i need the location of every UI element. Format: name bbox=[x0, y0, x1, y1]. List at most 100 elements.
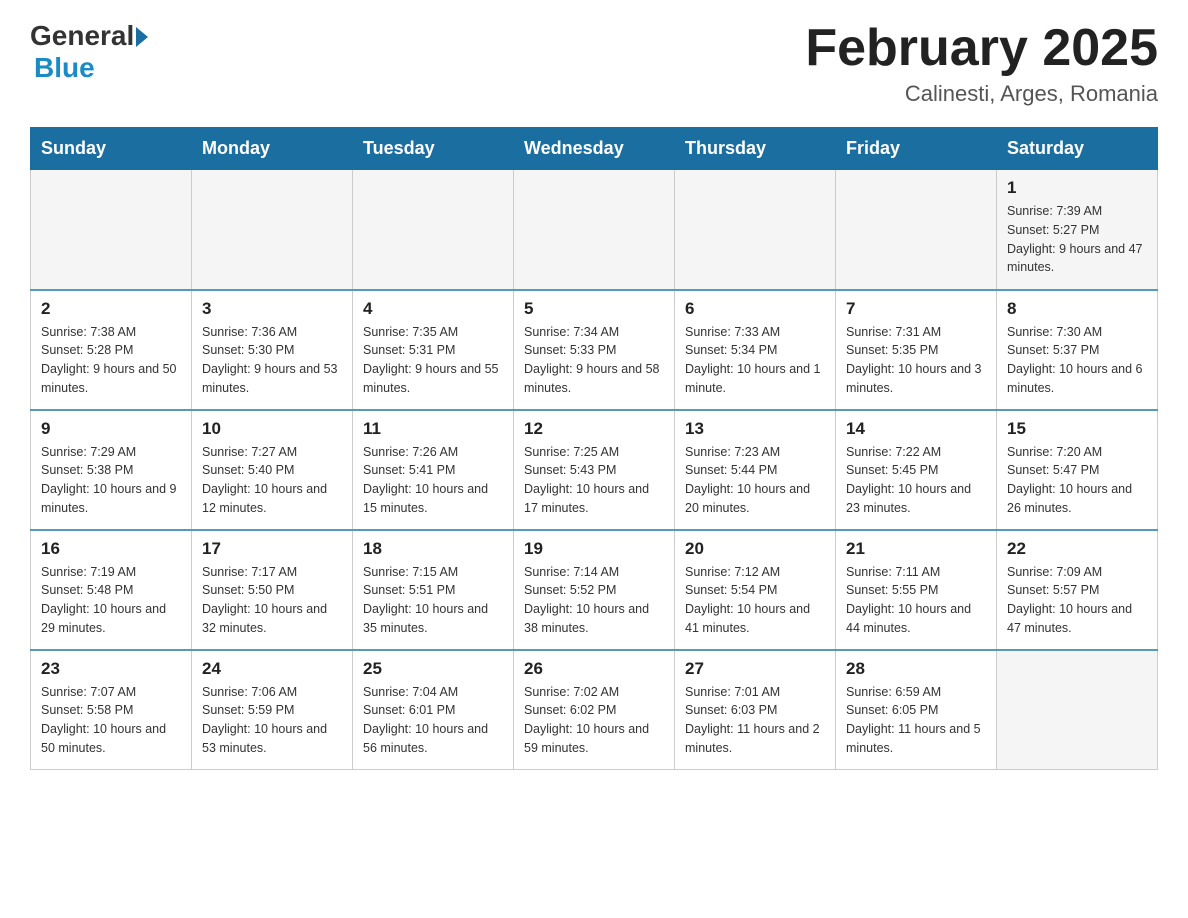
day-number: 7 bbox=[846, 299, 986, 319]
day-header-monday: Monday bbox=[192, 128, 353, 170]
day-info: Sunrise: 7:11 AMSunset: 5:55 PMDaylight:… bbox=[846, 563, 986, 638]
day-number: 15 bbox=[1007, 419, 1147, 439]
day-info: Sunrise: 7:06 AMSunset: 5:59 PMDaylight:… bbox=[202, 683, 342, 758]
calendar-cell bbox=[353, 170, 514, 290]
day-info: Sunrise: 7:34 AMSunset: 5:33 PMDaylight:… bbox=[524, 323, 664, 398]
day-info: Sunrise: 7:12 AMSunset: 5:54 PMDaylight:… bbox=[685, 563, 825, 638]
day-info: Sunrise: 7:23 AMSunset: 5:44 PMDaylight:… bbox=[685, 443, 825, 518]
week-row-4: 16 Sunrise: 7:19 AMSunset: 5:48 PMDayligh… bbox=[31, 530, 1158, 650]
day-info: Sunrise: 7:02 AMSunset: 6:02 PMDaylight:… bbox=[524, 683, 664, 758]
day-number: 12 bbox=[524, 419, 664, 439]
day-header-saturday: Saturday bbox=[997, 128, 1158, 170]
week-row-2: 2 Sunrise: 7:38 AMSunset: 5:28 PMDaylight… bbox=[31, 290, 1158, 410]
day-info: Sunrise: 7:31 AMSunset: 5:35 PMDaylight:… bbox=[846, 323, 986, 398]
calendar-header: SundayMondayTuesdayWednesdayThursdayFrid… bbox=[31, 128, 1158, 170]
day-number: 25 bbox=[363, 659, 503, 679]
week-row-1: 1 Sunrise: 7:39 AMSunset: 5:27 PMDaylight… bbox=[31, 170, 1158, 290]
day-number: 8 bbox=[1007, 299, 1147, 319]
day-info: Sunrise: 7:26 AMSunset: 5:41 PMDaylight:… bbox=[363, 443, 503, 518]
calendar-cell: 26 Sunrise: 7:02 AMSunset: 6:02 PMDayligh… bbox=[514, 650, 675, 770]
day-number: 6 bbox=[685, 299, 825, 319]
week-row-5: 23 Sunrise: 7:07 AMSunset: 5:58 PMDayligh… bbox=[31, 650, 1158, 770]
day-info: Sunrise: 7:07 AMSunset: 5:58 PMDaylight:… bbox=[41, 683, 181, 758]
day-number: 28 bbox=[846, 659, 986, 679]
day-number: 21 bbox=[846, 539, 986, 559]
day-info: Sunrise: 7:01 AMSunset: 6:03 PMDaylight:… bbox=[685, 683, 825, 758]
calendar-table: SundayMondayTuesdayWednesdayThursdayFrid… bbox=[30, 127, 1158, 770]
week-row-3: 9 Sunrise: 7:29 AMSunset: 5:38 PMDaylight… bbox=[31, 410, 1158, 530]
day-number: 11 bbox=[363, 419, 503, 439]
calendar-cell: 9 Sunrise: 7:29 AMSunset: 5:38 PMDaylight… bbox=[31, 410, 192, 530]
day-header-wednesday: Wednesday bbox=[514, 128, 675, 170]
calendar-title: February 2025 bbox=[805, 20, 1158, 77]
day-number: 2 bbox=[41, 299, 181, 319]
day-number: 14 bbox=[846, 419, 986, 439]
calendar-cell: 25 Sunrise: 7:04 AMSunset: 6:01 PMDayligh… bbox=[353, 650, 514, 770]
day-info: Sunrise: 7:25 AMSunset: 5:43 PMDaylight:… bbox=[524, 443, 664, 518]
day-header-thursday: Thursday bbox=[675, 128, 836, 170]
calendar-body: 1 Sunrise: 7:39 AMSunset: 5:27 PMDaylight… bbox=[31, 170, 1158, 770]
day-info: Sunrise: 7:39 AMSunset: 5:27 PMDaylight:… bbox=[1007, 202, 1147, 277]
day-number: 3 bbox=[202, 299, 342, 319]
calendar-cell: 10Sunrise: 7:27 AMSunset: 5:40 PMDayligh… bbox=[192, 410, 353, 530]
day-info: Sunrise: 7:17 AMSunset: 5:50 PMDaylight:… bbox=[202, 563, 342, 638]
calendar-cell: 17 Sunrise: 7:17 AMSunset: 5:50 PMDayligh… bbox=[192, 530, 353, 650]
day-info: Sunrise: 7:36 AMSunset: 5:30 PMDaylight:… bbox=[202, 323, 342, 398]
day-number: 16 bbox=[41, 539, 181, 559]
calendar-cell: 18 Sunrise: 7:15 AMSunset: 5:51 PMDayligh… bbox=[353, 530, 514, 650]
calendar-cell: 19 Sunrise: 7:14 AMSunset: 5:52 PMDayligh… bbox=[514, 530, 675, 650]
calendar-subtitle: Calinesti, Arges, Romania bbox=[805, 81, 1158, 107]
day-number: 17 bbox=[202, 539, 342, 559]
day-info: Sunrise: 7:22 AMSunset: 5:45 PMDaylight:… bbox=[846, 443, 986, 518]
calendar-cell bbox=[31, 170, 192, 290]
calendar-cell: 22Sunrise: 7:09 AMSunset: 5:57 PMDayligh… bbox=[997, 530, 1158, 650]
calendar-cell: 27 Sunrise: 7:01 AMSunset: 6:03 PMDayligh… bbox=[675, 650, 836, 770]
calendar-cell: 7 Sunrise: 7:31 AMSunset: 5:35 PMDaylight… bbox=[836, 290, 997, 410]
calendar-cell bbox=[675, 170, 836, 290]
day-info: Sunrise: 7:20 AMSunset: 5:47 PMDaylight:… bbox=[1007, 443, 1147, 518]
day-info: Sunrise: 7:38 AMSunset: 5:28 PMDaylight:… bbox=[41, 323, 181, 398]
day-number: 9 bbox=[41, 419, 181, 439]
page-header: General Blue February 2025 Calinesti, Ar… bbox=[30, 20, 1158, 107]
calendar-cell: 6 Sunrise: 7:33 AMSunset: 5:34 PMDaylight… bbox=[675, 290, 836, 410]
day-header-tuesday: Tuesday bbox=[353, 128, 514, 170]
title-section: February 2025 Calinesti, Arges, Romania bbox=[805, 20, 1158, 107]
calendar-cell: 20 Sunrise: 7:12 AMSunset: 5:54 PMDayligh… bbox=[675, 530, 836, 650]
day-number: 13 bbox=[685, 419, 825, 439]
day-number: 23 bbox=[41, 659, 181, 679]
calendar-cell: 21 Sunrise: 7:11 AMSunset: 5:55 PMDayligh… bbox=[836, 530, 997, 650]
logo-blue-text: Blue bbox=[34, 52, 95, 84]
days-of-week-row: SundayMondayTuesdayWednesdayThursdayFrid… bbox=[31, 128, 1158, 170]
day-header-friday: Friday bbox=[836, 128, 997, 170]
day-number: 26 bbox=[524, 659, 664, 679]
day-info: Sunrise: 7:19 AMSunset: 5:48 PMDaylight:… bbox=[41, 563, 181, 638]
calendar-cell: 2 Sunrise: 7:38 AMSunset: 5:28 PMDaylight… bbox=[31, 290, 192, 410]
calendar-cell: 16 Sunrise: 7:19 AMSunset: 5:48 PMDayligh… bbox=[31, 530, 192, 650]
day-number: 4 bbox=[363, 299, 503, 319]
calendar-cell: 1 Sunrise: 7:39 AMSunset: 5:27 PMDaylight… bbox=[997, 170, 1158, 290]
day-info: Sunrise: 7:33 AMSunset: 5:34 PMDaylight:… bbox=[685, 323, 825, 398]
day-number: 19 bbox=[524, 539, 664, 559]
calendar-cell: 3 Sunrise: 7:36 AMSunset: 5:30 PMDaylight… bbox=[192, 290, 353, 410]
logo-arrow-icon bbox=[136, 27, 148, 47]
calendar-cell: 28Sunrise: 6:59 AMSunset: 6:05 PMDayligh… bbox=[836, 650, 997, 770]
calendar-cell: 15 Sunrise: 7:20 AMSunset: 5:47 PMDayligh… bbox=[997, 410, 1158, 530]
day-info: Sunrise: 7:15 AMSunset: 5:51 PMDaylight:… bbox=[363, 563, 503, 638]
day-info: Sunrise: 7:04 AMSunset: 6:01 PMDaylight:… bbox=[363, 683, 503, 758]
calendar-cell bbox=[836, 170, 997, 290]
calendar-cell: 11 Sunrise: 7:26 AMSunset: 5:41 PMDayligh… bbox=[353, 410, 514, 530]
day-number: 20 bbox=[685, 539, 825, 559]
calendar-cell: 23 Sunrise: 7:07 AMSunset: 5:58 PMDayligh… bbox=[31, 650, 192, 770]
logo: General Blue bbox=[30, 20, 148, 84]
day-number: 24 bbox=[202, 659, 342, 679]
day-info: Sunrise: 7:09 AMSunset: 5:57 PMDaylight:… bbox=[1007, 563, 1147, 638]
day-info: Sunrise: 7:29 AMSunset: 5:38 PMDaylight:… bbox=[41, 443, 181, 518]
day-number: 18 bbox=[363, 539, 503, 559]
day-info: Sunrise: 7:14 AMSunset: 5:52 PMDaylight:… bbox=[524, 563, 664, 638]
calendar-cell: 14 Sunrise: 7:22 AMSunset: 5:45 PMDayligh… bbox=[836, 410, 997, 530]
day-header-sunday: Sunday bbox=[31, 128, 192, 170]
day-number: 27 bbox=[685, 659, 825, 679]
calendar-cell: 13 Sunrise: 7:23 AMSunset: 5:44 PMDayligh… bbox=[675, 410, 836, 530]
day-number: 1 bbox=[1007, 178, 1147, 198]
calendar-cell: 5Sunrise: 7:34 AMSunset: 5:33 PMDaylight… bbox=[514, 290, 675, 410]
